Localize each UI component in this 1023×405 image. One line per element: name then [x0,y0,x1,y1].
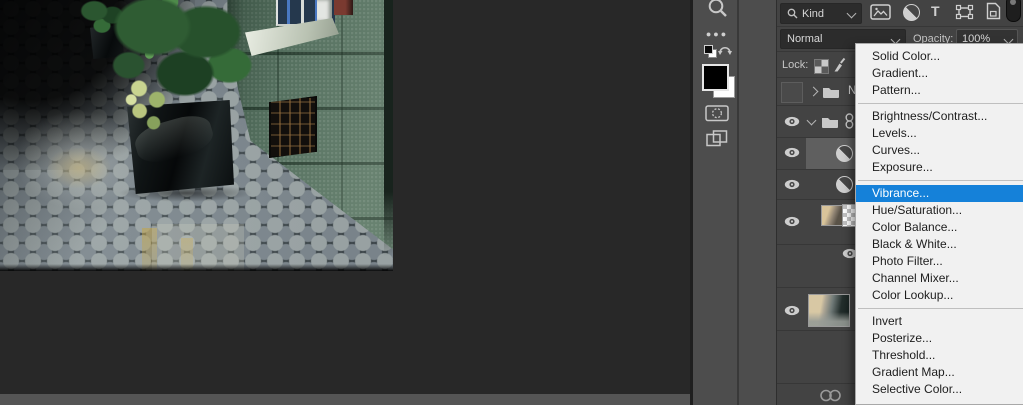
filter-smart-objects-button[interactable] [985,2,1001,20]
layer-visibility-eye[interactable] [784,116,800,127]
menu-item-black-white[interactable]: Black & White... [856,236,1023,253]
layer-visibility-eye[interactable] [784,216,800,227]
adjustment-layer-icon[interactable] [836,176,853,193]
zoom-tool[interactable] [703,0,731,20]
menu-item-pattern[interactable]: Pattern... [856,82,1023,99]
menu-item-photo-filter[interactable]: Photo Filter... [856,253,1023,270]
divider [690,0,693,405]
group-name-fragment: N [848,85,855,97]
menu-item-solid-color[interactable]: Solid Color... [856,48,1023,65]
menu-item-gradient-map[interactable]: Gradient Map... [856,364,1023,381]
background-layer-thumbnail[interactable] [808,294,850,327]
layer-filtering-toggle[interactable] [1006,0,1021,22]
window-frame-post [317,0,332,21]
link-badge-icon [845,113,854,129]
menu-item-exposure[interactable]: Exposure... [856,159,1023,176]
filter-pixel-layers-button[interactable] [870,4,891,20]
lock-label: Lock: [782,59,809,71]
menu-item-gradient[interactable]: Gradient... [856,65,1023,82]
open-folder-icon [821,115,839,128]
layer-visibility-eye[interactable] [784,147,800,158]
magnifier-icon [708,0,727,17]
menu-separator [858,103,1023,104]
default-colors-icon[interactable] [704,45,713,54]
folder-icon [822,85,840,98]
kind-label: Kind [802,7,825,20]
warm-glare [48,148,110,188]
eye-icon [784,147,800,158]
search-icon [787,8,798,19]
layer-visibility-eye[interactable] [784,305,800,316]
quick-mask-mode-button[interactable] [703,101,731,125]
link-layers-button[interactable] [818,389,844,402]
menu-item-hue-saturation[interactable]: Hue/Saturation... [856,202,1023,219]
eye-icon [784,305,800,316]
maroon-object [334,0,353,15]
screen-mode-icon [706,129,728,146]
menu-item-posterize[interactable]: Posterize... [856,330,1023,347]
light-variegated-shrub [120,70,176,136]
menu-item-threshold[interactable]: Threshold... [856,347,1023,364]
divider [777,26,1023,27]
filter-adjustment-layers-button[interactable] [903,4,920,21]
screen-mode-button[interactable] [703,126,731,150]
menu-separator [858,308,1023,309]
smart-object-filter-icon [986,2,1001,20]
image-filter-icon [870,4,891,20]
divider [737,0,739,405]
photo-bottom-edge [0,264,393,271]
menu-item-selective-color[interactable]: Selective Color... [856,381,1023,398]
menu-item-color-balance[interactable]: Color Balance... [856,219,1023,236]
new-adjustment-layer-menu: Solid Color... Gradient... Pattern... Br… [855,43,1023,405]
adjustment-layer-icon[interactable] [836,145,853,162]
brush-icon [834,57,846,72]
link-layers-icon [820,389,841,402]
status-strip [0,394,777,405]
lock-image-pixels-icon[interactable] [832,57,846,73]
document-canvas[interactable] [0,0,393,271]
lock-transparent-pixels-icon[interactable] [814,59,829,74]
layer-thumbnail[interactable] [821,205,843,226]
wall-shadow-edge [384,0,393,256]
photoshop-window: ●●● Kind T Normal Opacity: 100% Lock: N … [0,0,1023,405]
menu-item-curves[interactable]: Curves... [856,142,1023,159]
layer-visibility-eye[interactable] [784,179,800,190]
chevron-down-icon [846,8,857,19]
menu-item-channel-mixer[interactable]: Channel Mixer... [856,270,1023,287]
blend-mode-value: Normal [787,33,823,45]
quick-mask-icon [705,104,729,121]
menu-item-brightness-contrast[interactable]: Brightness/Contrast... [856,108,1023,125]
eye-icon [784,116,800,127]
eye-icon [784,179,800,190]
menu-item-levels[interactable]: Levels... [856,125,1023,142]
filter-type-layers-button[interactable]: T [931,3,940,19]
layer-visibility-toggle-empty[interactable] [781,82,803,103]
layer-filter-kind-dropdown[interactable]: Kind [780,3,862,24]
shape-filter-icon [955,4,974,20]
menu-item-invert[interactable]: Invert [856,313,1023,330]
basement-grate [269,96,317,158]
swap-colors-icon[interactable] [716,42,734,56]
menu-item-color-lookup[interactable]: Color Lookup... [856,287,1023,304]
filter-shape-layers-button[interactable] [955,4,974,20]
panel-dock-spacer [739,0,777,405]
menu-separator [858,180,1023,181]
foreground-color-swatch[interactable] [702,64,729,91]
eye-icon [784,216,800,227]
tools-panel [693,0,737,405]
menu-item-vibrance[interactable]: Vibrance... [856,185,1023,202]
